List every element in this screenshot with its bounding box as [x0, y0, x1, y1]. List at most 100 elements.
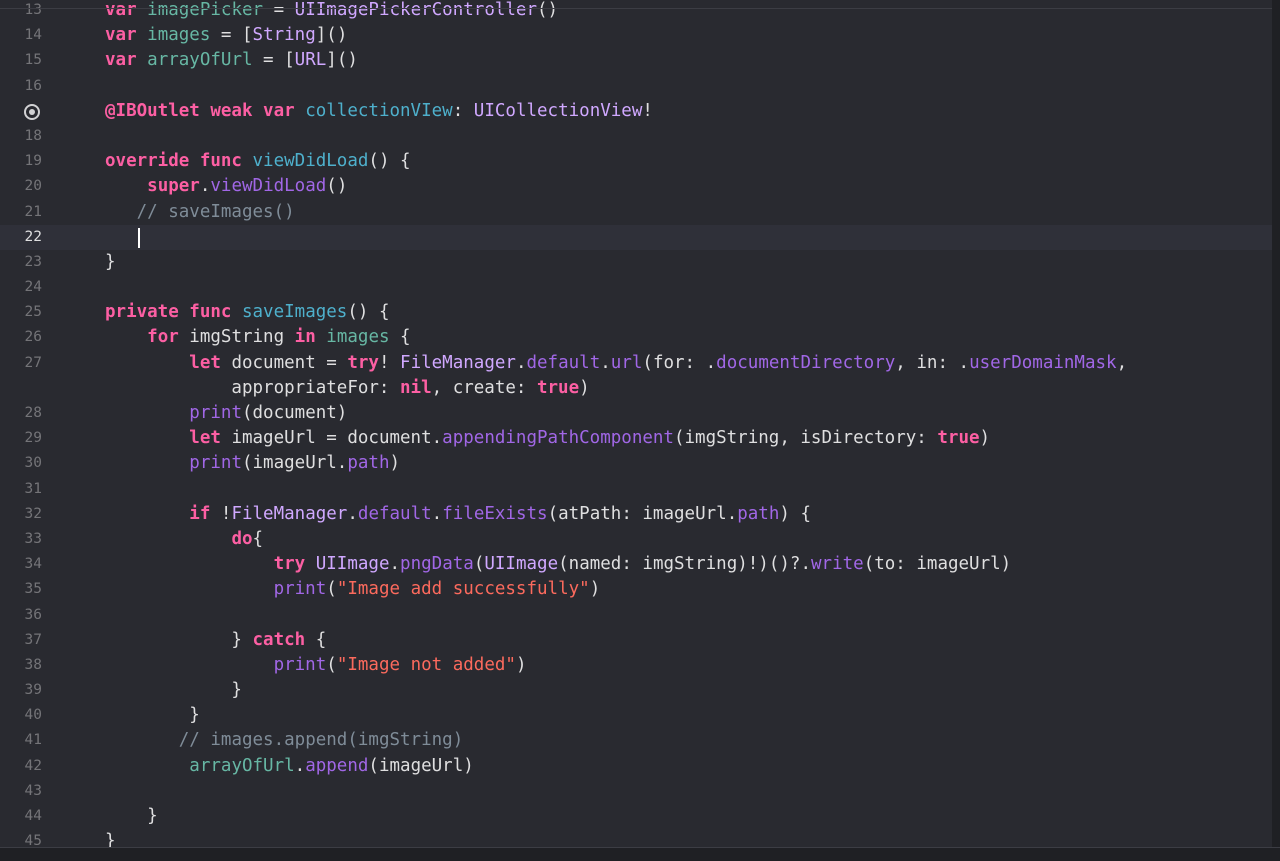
line-number[interactable]: 13	[0, 0, 42, 23]
code-line[interactable]: 36	[0, 603, 1272, 628]
code-text[interactable]: arrayOfUrl.append(imageUrl)	[105, 754, 473, 779]
code-lines[interactable]: 13 var imagePicker = UIImagePickerControl…	[0, 0, 1272, 854]
code-text[interactable]: } catch {	[105, 628, 326, 653]
line-number[interactable]: 40	[0, 703, 42, 728]
code-text[interactable]: if !FileManager.default.fileExists(atPat…	[105, 502, 811, 527]
line-number[interactable]: 22	[0, 225, 42, 250]
line-number[interactable]: 28	[0, 401, 42, 426]
code-line[interactable]: 15 var arrayOfUrl = [URL]()	[0, 48, 1272, 73]
code-line[interactable]: 24	[0, 275, 1272, 300]
code-line[interactable]: 29 let imageUrl = document.appendingPath…	[0, 426, 1272, 451]
code-line[interactable]: 40 }	[0, 703, 1272, 728]
line-number[interactable]: 38	[0, 653, 42, 678]
code-line[interactable]: 20 super.viewDidLoad()	[0, 174, 1272, 199]
line-number[interactable]: 21	[0, 200, 42, 225]
line-number[interactable]: 29	[0, 426, 42, 451]
line-number[interactable]: 23	[0, 250, 42, 275]
code-line[interactable]: 21 // saveImages()	[0, 200, 1272, 225]
line-number[interactable]: 18	[0, 124, 42, 149]
code-text[interactable]: do{	[105, 527, 263, 552]
code-editor[interactable]: 13 var imagePicker = UIImagePickerControl…	[0, 0, 1280, 861]
code-line[interactable]: 34 try UIImage.pngData(UIImage(named: im…	[0, 552, 1272, 577]
code-line[interactable]: 38 print("Image not added")	[0, 653, 1272, 678]
line-number[interactable]: 20	[0, 174, 42, 199]
code-line[interactable]: 42 arrayOfUrl.append(imageUrl)	[0, 754, 1272, 779]
line-number[interactable]: 42	[0, 754, 42, 779]
code-line[interactable]: 18	[0, 124, 1272, 149]
line-number[interactable]: 33	[0, 527, 42, 552]
line-number[interactable]: 24	[0, 275, 42, 300]
line-number[interactable]: 15	[0, 48, 42, 73]
line-number[interactable]: 36	[0, 603, 42, 628]
line-number[interactable]: 27	[0, 351, 42, 376]
code-line[interactable]: 43	[0, 779, 1272, 804]
code-line[interactable]: 23}	[0, 250, 1272, 275]
code-line[interactable]: 33 do{	[0, 527, 1272, 552]
line-number[interactable]: 19	[0, 149, 42, 174]
code-text[interactable]: for imgString in images {	[105, 325, 410, 350]
line-number[interactable]: 44	[0, 804, 42, 829]
code-line[interactable]: 27 let document = try! FileManager.defau…	[0, 351, 1272, 376]
code-text[interactable]: try UIImage.pngData(UIImage(named: imgSt…	[105, 552, 1012, 577]
code-text[interactable]: super.viewDidLoad()	[105, 174, 347, 199]
code-line[interactable]: 16	[0, 74, 1272, 99]
line-number[interactable]: 43	[0, 779, 42, 804]
code-line[interactable]: 13 var imagePicker = UIImagePickerControl…	[0, 0, 1272, 23]
code-text[interactable]: }	[105, 678, 242, 703]
code-line[interactable]: 28 print(document)	[0, 401, 1272, 426]
line-number[interactable]: 32	[0, 502, 42, 527]
outlet-connection-icon[interactable]	[24, 103, 40, 120]
line-number[interactable]: 26	[0, 325, 42, 350]
code-token: arrayOfUrl	[147, 50, 253, 71]
code-line[interactable]: 14 var images = [String]()	[0, 23, 1272, 48]
code-text[interactable]: }	[105, 250, 116, 275]
code-text[interactable]: print("Image add successfully")	[105, 577, 601, 602]
code-line[interactable]: 19 override func viewDidLoad() {	[0, 149, 1272, 174]
code-text[interactable]: // images.append(imgString)	[105, 728, 463, 753]
code-text[interactable]: // saveImages()	[105, 200, 295, 225]
code-line[interactable]: appropriateFor: nil, create: true)	[0, 376, 1272, 401]
code-line[interactable]: 44 }	[0, 804, 1272, 829]
code-text[interactable]: appropriateFor: nil, create: true)	[105, 376, 589, 401]
code-token: (imageUrl.	[241, 453, 348, 474]
code-text[interactable]: }	[105, 804, 158, 829]
code-text[interactable]: let imageUrl = document.appendingPathCom…	[105, 426, 990, 451]
line-number[interactable]: 31	[0, 477, 42, 502]
code-text[interactable]: let document = try! FileManager.default.…	[105, 351, 1127, 376]
code-line[interactable]: 26 for imgString in images {	[0, 325, 1272, 350]
code-line[interactable]: 35 print("Image add successfully")	[0, 577, 1272, 602]
code-token: )	[515, 654, 527, 675]
code-token: write	[811, 554, 864, 575]
code-text[interactable]: print("Image not added")	[105, 653, 527, 678]
code-text[interactable]: @IBOutlet weak var collectionVIew: UICol…	[105, 99, 653, 124]
line-number[interactable]: 16	[0, 74, 42, 99]
code-text[interactable]: var imagePicker = UIImagePickerControlle…	[105, 0, 558, 23]
code-line[interactable]: @IBOutlet weak var collectionVIew: UICol…	[0, 99, 1272, 124]
line-number[interactable]: 14	[0, 23, 42, 48]
line-number[interactable]: 39	[0, 678, 42, 703]
code-text[interactable]: var arrayOfUrl = [URL]()	[105, 48, 358, 73]
line-number[interactable]: 37	[0, 628, 42, 653]
line-number[interactable]: 25	[0, 300, 42, 325]
code-token: true	[536, 377, 580, 398]
code-line[interactable]: 25 private func saveImages() {	[0, 300, 1272, 325]
code-text[interactable]: print(document)	[105, 401, 347, 426]
code-text[interactable]: print(imageUrl.path)	[105, 451, 400, 476]
line-number[interactable]: 30	[0, 451, 42, 476]
code-token: URL	[294, 50, 327, 71]
line-number[interactable]: 41	[0, 728, 42, 753]
code-text[interactable]: override func viewDidLoad() {	[105, 149, 411, 174]
line-number[interactable]: 35	[0, 577, 42, 602]
code-line[interactable]: 39 }	[0, 678, 1272, 703]
code-line[interactable]: 30 print(imageUrl.path)	[0, 451, 1272, 476]
code-text[interactable]: private func saveImages() {	[105, 300, 390, 325]
code-line[interactable]: 32 if !FileManager.default.fileExists(at…	[0, 502, 1272, 527]
code-line[interactable]: 22	[0, 224, 1272, 250]
code-text[interactable]: var images = [String]()	[105, 23, 347, 48]
code-line[interactable]: 41 // images.append(imgString)	[0, 728, 1272, 753]
code-token: path	[347, 453, 390, 474]
code-line[interactable]: 31	[0, 477, 1272, 502]
code-text[interactable]: }	[105, 703, 200, 728]
line-number[interactable]: 34	[0, 552, 42, 577]
code-line[interactable]: 37 } catch {	[0, 628, 1272, 653]
